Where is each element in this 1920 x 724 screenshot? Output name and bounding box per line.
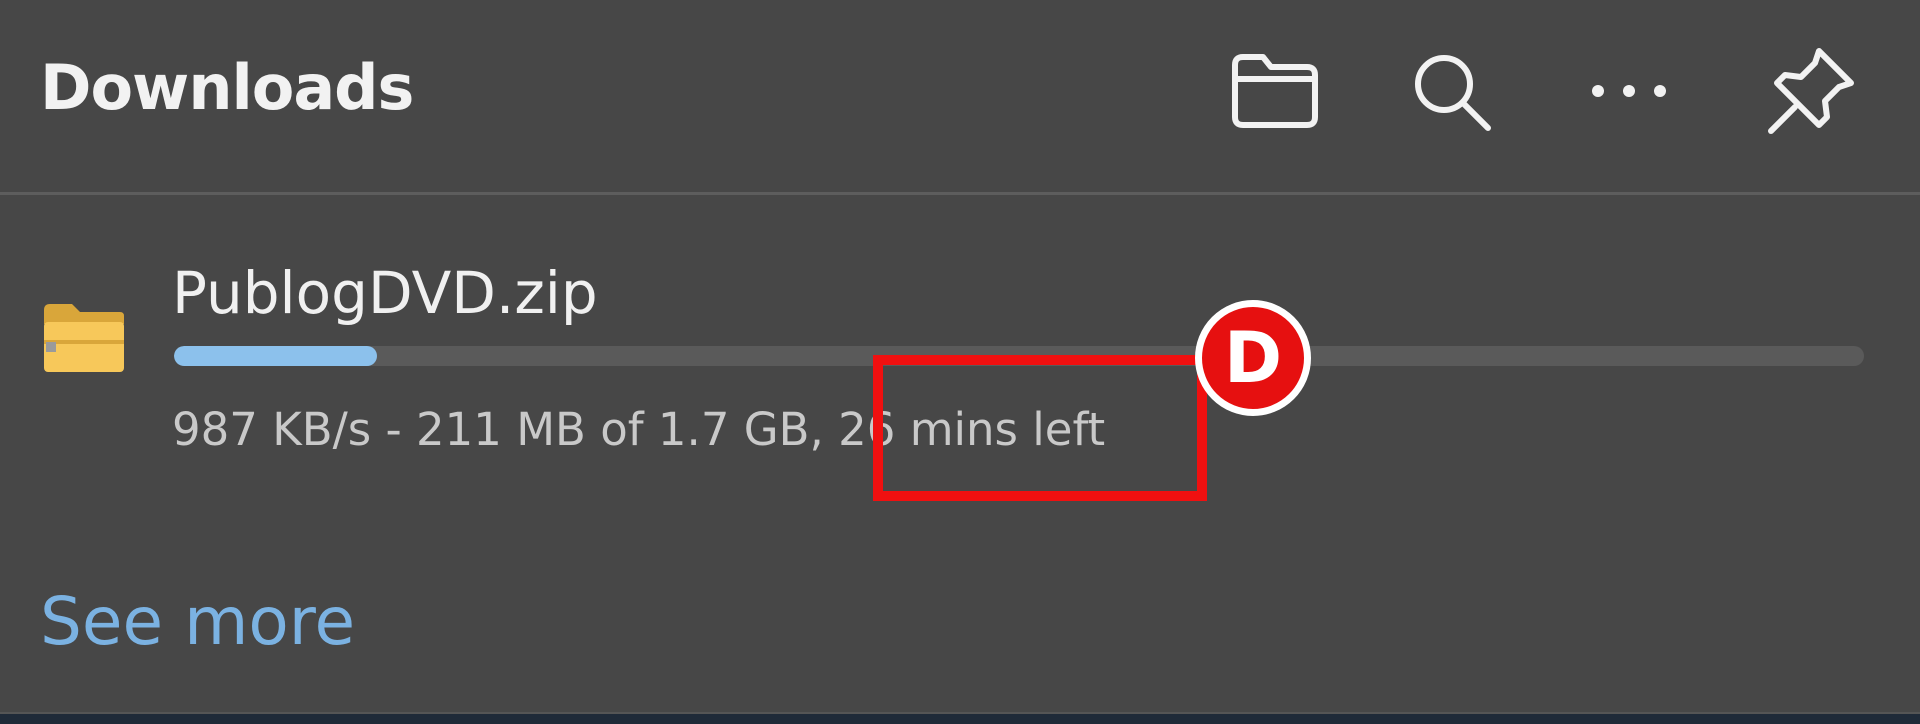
annotation-marker: D [1195, 300, 1311, 416]
see-more-link[interactable]: See more [40, 582, 355, 662]
more-options-button[interactable] [1574, 36, 1684, 146]
annotation-highlight-box [873, 355, 1207, 501]
pin-panel-button[interactable] [1756, 36, 1866, 146]
open-folder-button[interactable] [1220, 36, 1330, 146]
zip-folder-icon [44, 304, 124, 372]
search-icon [1415, 55, 1491, 131]
more-icon [1592, 85, 1666, 97]
taskbar-edge [0, 712, 1920, 724]
download-progress-fill [174, 346, 377, 366]
download-filename[interactable]: PublogDVD.zip [172, 258, 598, 328]
panel-title: Downloads [40, 51, 414, 124]
downloads-header: Downloads [0, 0, 1920, 195]
downloads-panel: Downloads PublogDVD.zip 987 KB/s - 211 M… [0, 0, 1920, 724]
pin-icon [1768, 48, 1854, 134]
folder-icon [1232, 54, 1318, 128]
search-downloads-button[interactable] [1396, 36, 1506, 146]
